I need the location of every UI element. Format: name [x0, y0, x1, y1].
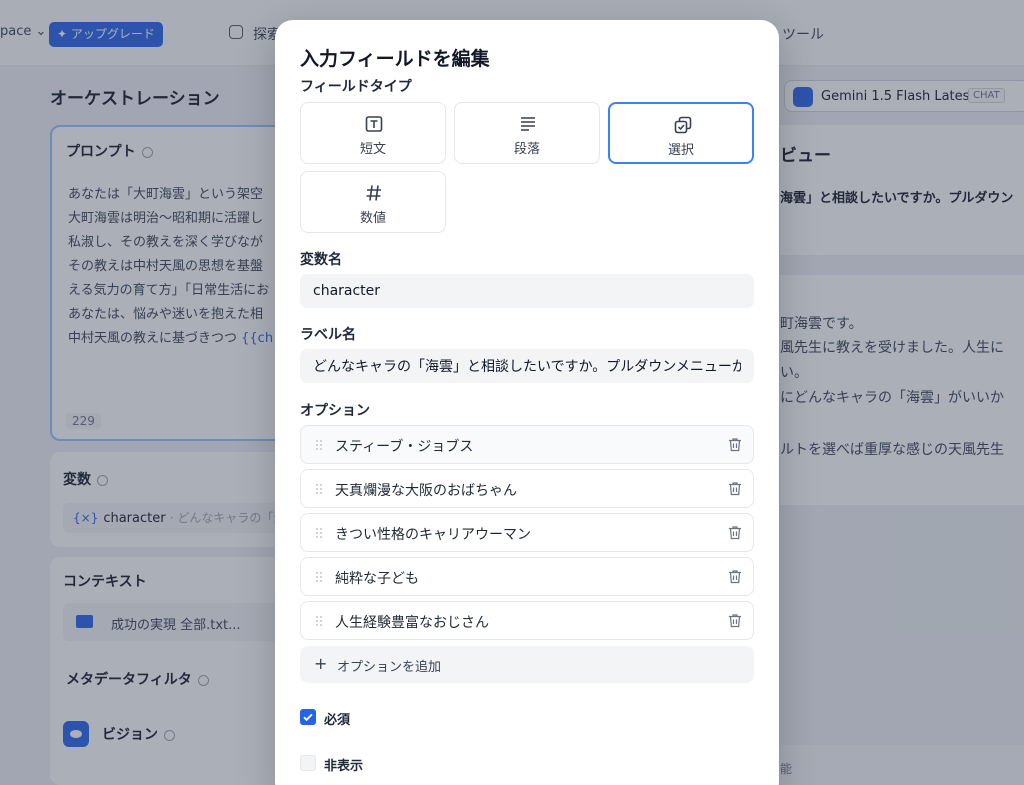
- trash-icon[interactable]: [728, 613, 742, 628]
- option-text[interactable]: きつい性格のキャリアウーマン: [335, 524, 531, 544]
- required-checkbox[interactable]: [300, 709, 316, 725]
- variable-name-label: 変数名: [300, 252, 342, 268]
- field-type-label-text: 数値: [359, 211, 386, 226]
- field-type-label-text: 短文: [359, 142, 386, 157]
- option-text[interactable]: 人生経験豊富なおじさん: [335, 612, 489, 632]
- drag-handle-icon[interactable]: [315, 571, 323, 583]
- field-type-label-text: 選択: [667, 143, 694, 158]
- variable-name-input[interactable]: [300, 274, 754, 308]
- label-name-input[interactable]: [300, 349, 754, 383]
- hidden-label[interactable]: 非表示: [324, 755, 363, 774]
- add-option-button[interactable]: + オプションを追加: [300, 646, 754, 683]
- modal-title: 入力フィールドを編集: [300, 48, 490, 70]
- option-row[interactable]: 純粋な子ども: [300, 557, 754, 596]
- add-option-label: オプションを追加: [337, 660, 442, 675]
- option-row[interactable]: 人生経験豊富なおじさん: [300, 601, 754, 640]
- option-row[interactable]: きつい性格のキャリアウーマン: [300, 513, 754, 552]
- field-type-select[interactable]: 選択: [608, 102, 754, 164]
- option-text[interactable]: 純粋な子ども: [335, 568, 419, 588]
- drag-handle-icon[interactable]: [315, 615, 323, 627]
- hash-icon: [366, 185, 381, 201]
- option-row[interactable]: 天真爛漫な大阪のおばちゃん: [300, 469, 754, 508]
- edit-input-field-modal: 入力フィールドを編集 フィールドタイプ 短文 段落 選択 数値 変数名 ラベル名…: [275, 20, 779, 785]
- check-icon: [303, 713, 313, 722]
- plus-icon: +: [314, 654, 328, 673]
- text-field-icon: [365, 116, 383, 132]
- select-icon: [674, 116, 692, 134]
- field-type-label-text: 段落: [513, 142, 540, 157]
- field-type-label: フィールドタイプ: [300, 79, 412, 95]
- trash-icon[interactable]: [728, 437, 742, 452]
- drag-handle-icon[interactable]: [315, 527, 323, 539]
- required-label[interactable]: 必須: [324, 709, 350, 728]
- field-type-short-text[interactable]: 短文: [300, 102, 446, 164]
- trash-icon[interactable]: [728, 525, 742, 540]
- option-text[interactable]: スティーブ・ジョブス: [335, 436, 473, 456]
- trash-icon[interactable]: [728, 481, 742, 496]
- label-name-label: ラベル名: [300, 327, 356, 343]
- trash-icon[interactable]: [728, 569, 742, 584]
- field-type-number[interactable]: 数値: [300, 171, 446, 233]
- options-label: オプション: [300, 403, 370, 419]
- hidden-checkbox[interactable]: [300, 755, 316, 771]
- drag-handle-icon[interactable]: [315, 483, 323, 495]
- option-row[interactable]: スティーブ・ジョブス: [300, 425, 754, 464]
- drag-handle-icon[interactable]: [315, 439, 323, 451]
- field-type-paragraph[interactable]: 段落: [454, 102, 600, 164]
- paragraph-icon: [521, 117, 535, 131]
- option-text[interactable]: 天真爛漫な大阪のおばちゃん: [335, 480, 517, 500]
